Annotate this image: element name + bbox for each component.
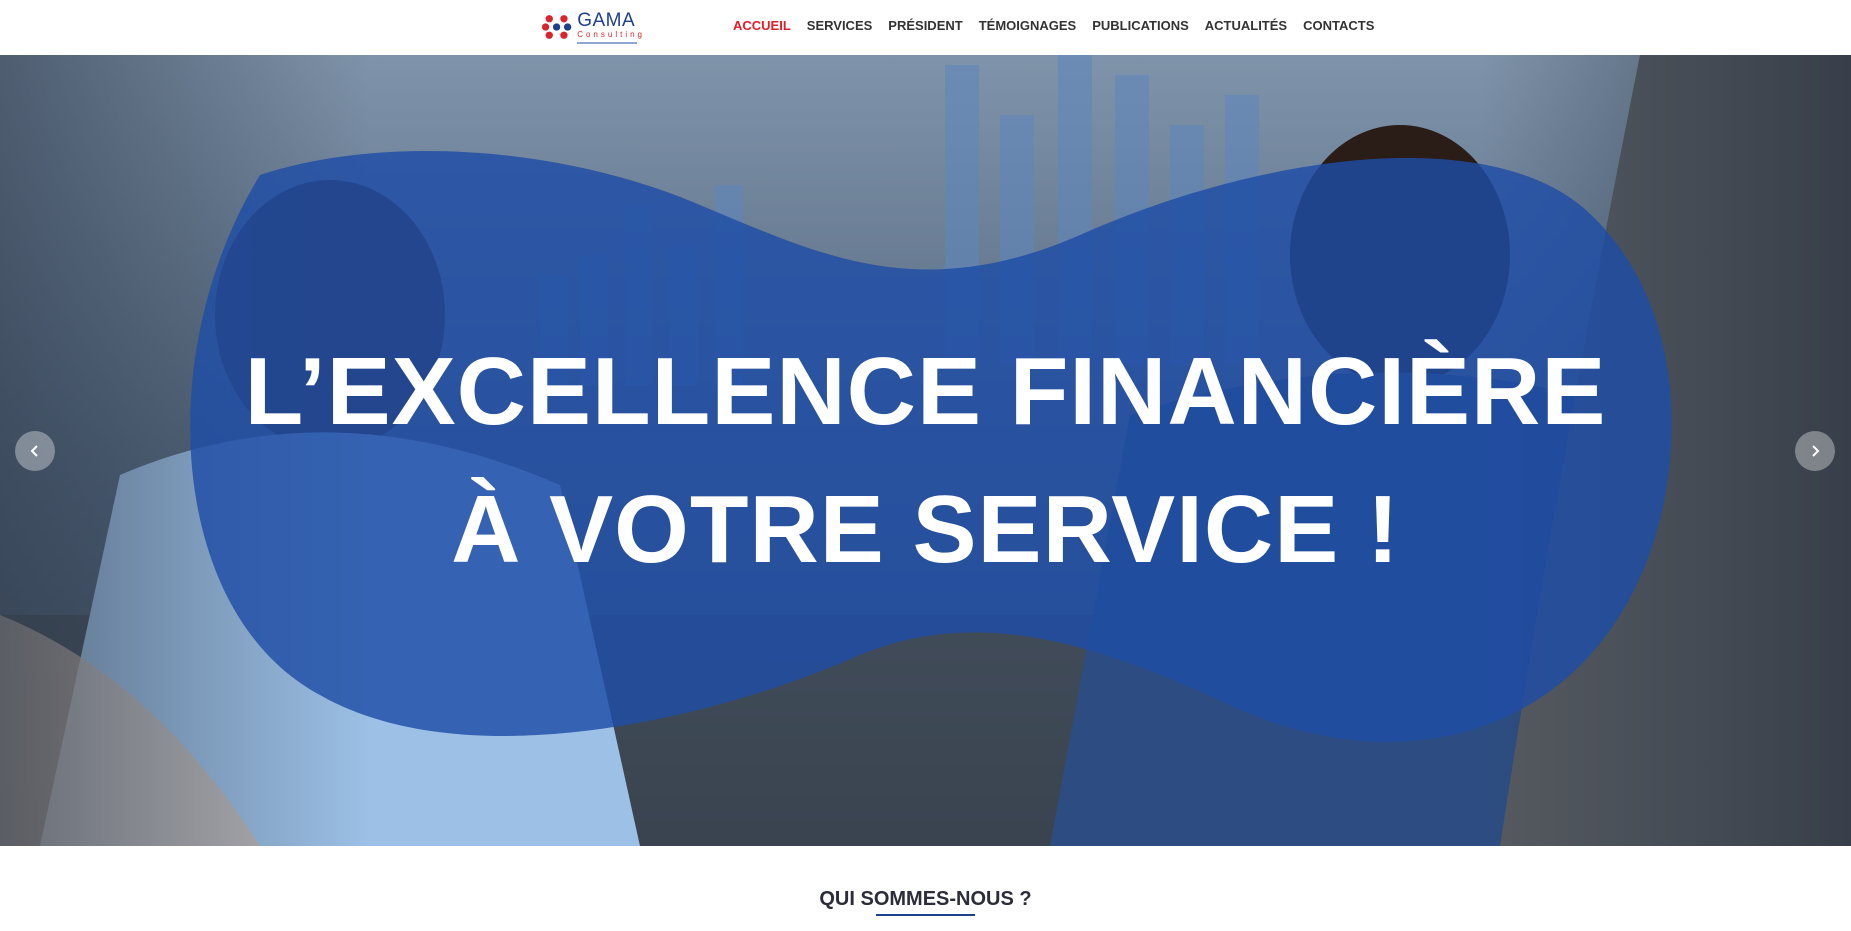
logo-tagline-line	[577, 41, 638, 44]
logo-brand: GAMA	[577, 9, 636, 31]
nav-item-publications[interactable]: PUBLICATIONS	[1092, 18, 1189, 33]
site-header: GAMA Consulting ACCUEIL SERVICES PRÉSIDE…	[0, 0, 1851, 55]
slider-prev-button[interactable]	[15, 431, 55, 471]
hero-title-line1: L’EXCELLENCE FINANCIÈRE	[244, 338, 1607, 445]
about-section: QUI SOMMES-NOUS ?	[0, 846, 1851, 931]
logo-mark-icon	[541, 15, 572, 39]
nav-item-actualites[interactable]: ACTUALITÉS	[1205, 18, 1287, 33]
about-title: QUI SOMMES-NOUS ?	[819, 888, 1032, 910]
logo[interactable]: GAMA Consulting	[541, 9, 645, 45]
nav-item-services[interactable]: SERVICES	[807, 18, 873, 33]
chevron-right-icon	[1812, 445, 1820, 457]
hero-title-line2: À VOTRE SERVICE !	[451, 476, 1400, 583]
logo-sub: Consulting	[577, 29, 645, 39]
chevron-left-icon	[30, 445, 38, 457]
nav-item-president[interactable]: PRÉSIDENT	[888, 18, 962, 33]
hero-title: L’EXCELLENCE FINANCIÈRE À VOTRE SERVICE …	[0, 323, 1851, 599]
logo-text: GAMA Consulting	[577, 11, 645, 44]
nav-item-temoignages[interactable]: TÉMOIGNAGES	[979, 18, 1077, 33]
nav-item-accueil[interactable]: ACCUEIL	[733, 18, 791, 33]
main-nav: ACCUEIL SERVICES PRÉSIDENT TÉMOIGNAGES P…	[733, 18, 1390, 33]
slider-next-button[interactable]	[1795, 431, 1835, 471]
nav-item-contacts[interactable]: CONTACTS	[1303, 18, 1374, 33]
about-title-underline	[876, 914, 975, 916]
hero-slider: L’EXCELLENCE FINANCIÈRE À VOTRE SERVICE …	[0, 55, 1851, 846]
